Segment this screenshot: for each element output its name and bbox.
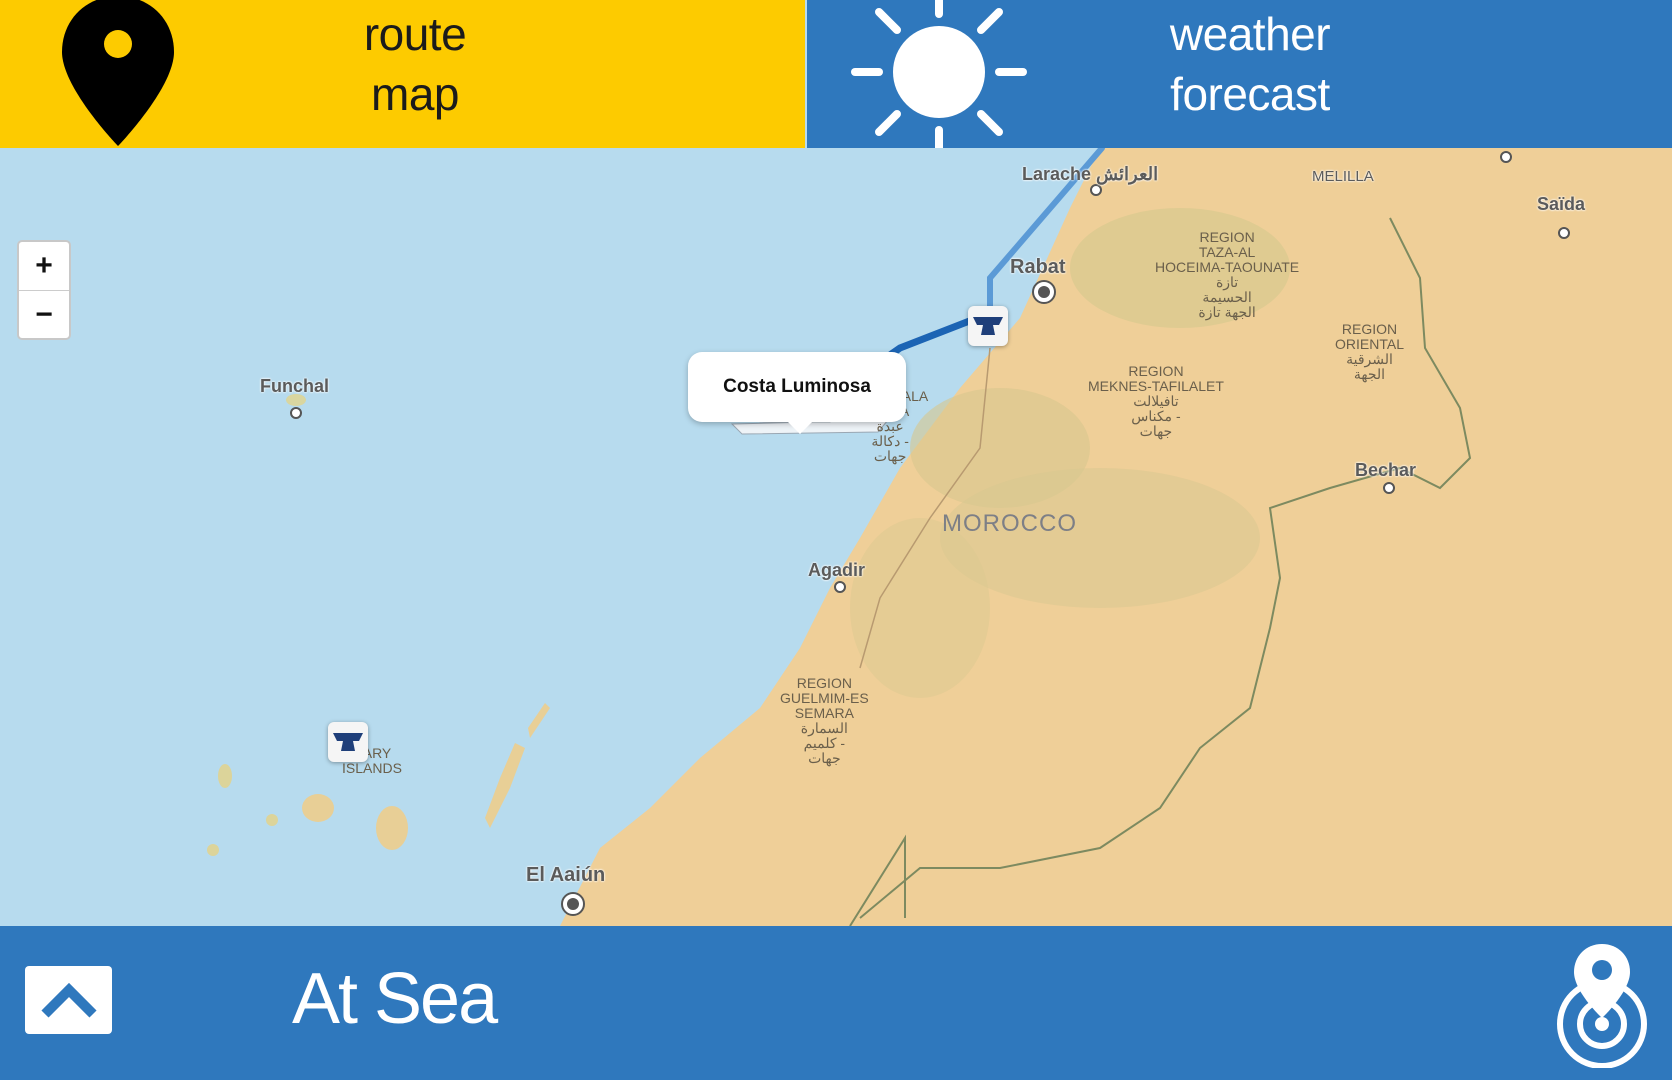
anchor-icon	[333, 733, 363, 751]
city-funchal: Funchal	[260, 376, 330, 396]
tab-route-label: route map	[363, 8, 467, 120]
zoom-in-button[interactable]: +	[19, 242, 69, 290]
city-agadir: Agadir	[808, 560, 866, 580]
ship-status: At Sea	[292, 959, 498, 1039]
chevron-up-icon	[40, 982, 97, 1018]
status-bar: At Sea	[0, 926, 1672, 1080]
map-basemap	[0, 148, 1672, 926]
country-morocco: MOROCCO	[942, 510, 1077, 537]
city-larache: Larache العرائش	[1022, 164, 1159, 184]
locate-icon[interactable]	[1552, 940, 1652, 1068]
tab-route-map[interactable]: route map	[0, 0, 805, 148]
tab-weather-forecast[interactable]: weather forecast	[807, 0, 1672, 152]
region-oriental: REGION ORIENTAL الشرقية الجهة	[1335, 321, 1404, 382]
sun-icon	[851, 0, 1027, 152]
city-saida: Saïda	[1537, 194, 1586, 214]
region-taza: REGION TAZA-AL HOCEIMA-TAOUNATE تازة الح…	[1155, 229, 1300, 320]
zoom-out-button[interactable]: −	[19, 290, 69, 339]
anchor-icon	[973, 317, 1003, 335]
ship-popup[interactable]: Costa Luminosa	[688, 352, 906, 434]
region-meknes: REGION MEKNES-TAFILALET تافيلالت مكناس -…	[1088, 363, 1224, 439]
route-map[interactable]: Larache العرائش MELILLA Saïda Rabat Func…	[0, 148, 1672, 926]
expand-button[interactable]	[25, 966, 112, 1034]
city-melilla: MELILLA	[1312, 168, 1374, 185]
city-rabat: Rabat	[1010, 256, 1066, 278]
tab-weather-label: weather forecast	[1169, 8, 1331, 120]
port-marker-rabat[interactable]	[968, 306, 1008, 346]
city-bechar: Bechar	[1355, 460, 1417, 480]
region-guelmim: REGION GUELMIM-ES SEMARA السمارة كلميم -…	[780, 675, 869, 766]
port-marker-canary[interactable]	[328, 722, 368, 762]
city-el-aaiun: El Aaiún	[526, 864, 606, 886]
zoom-control: + −	[17, 240, 71, 340]
map-pin-icon	[62, 0, 174, 146]
